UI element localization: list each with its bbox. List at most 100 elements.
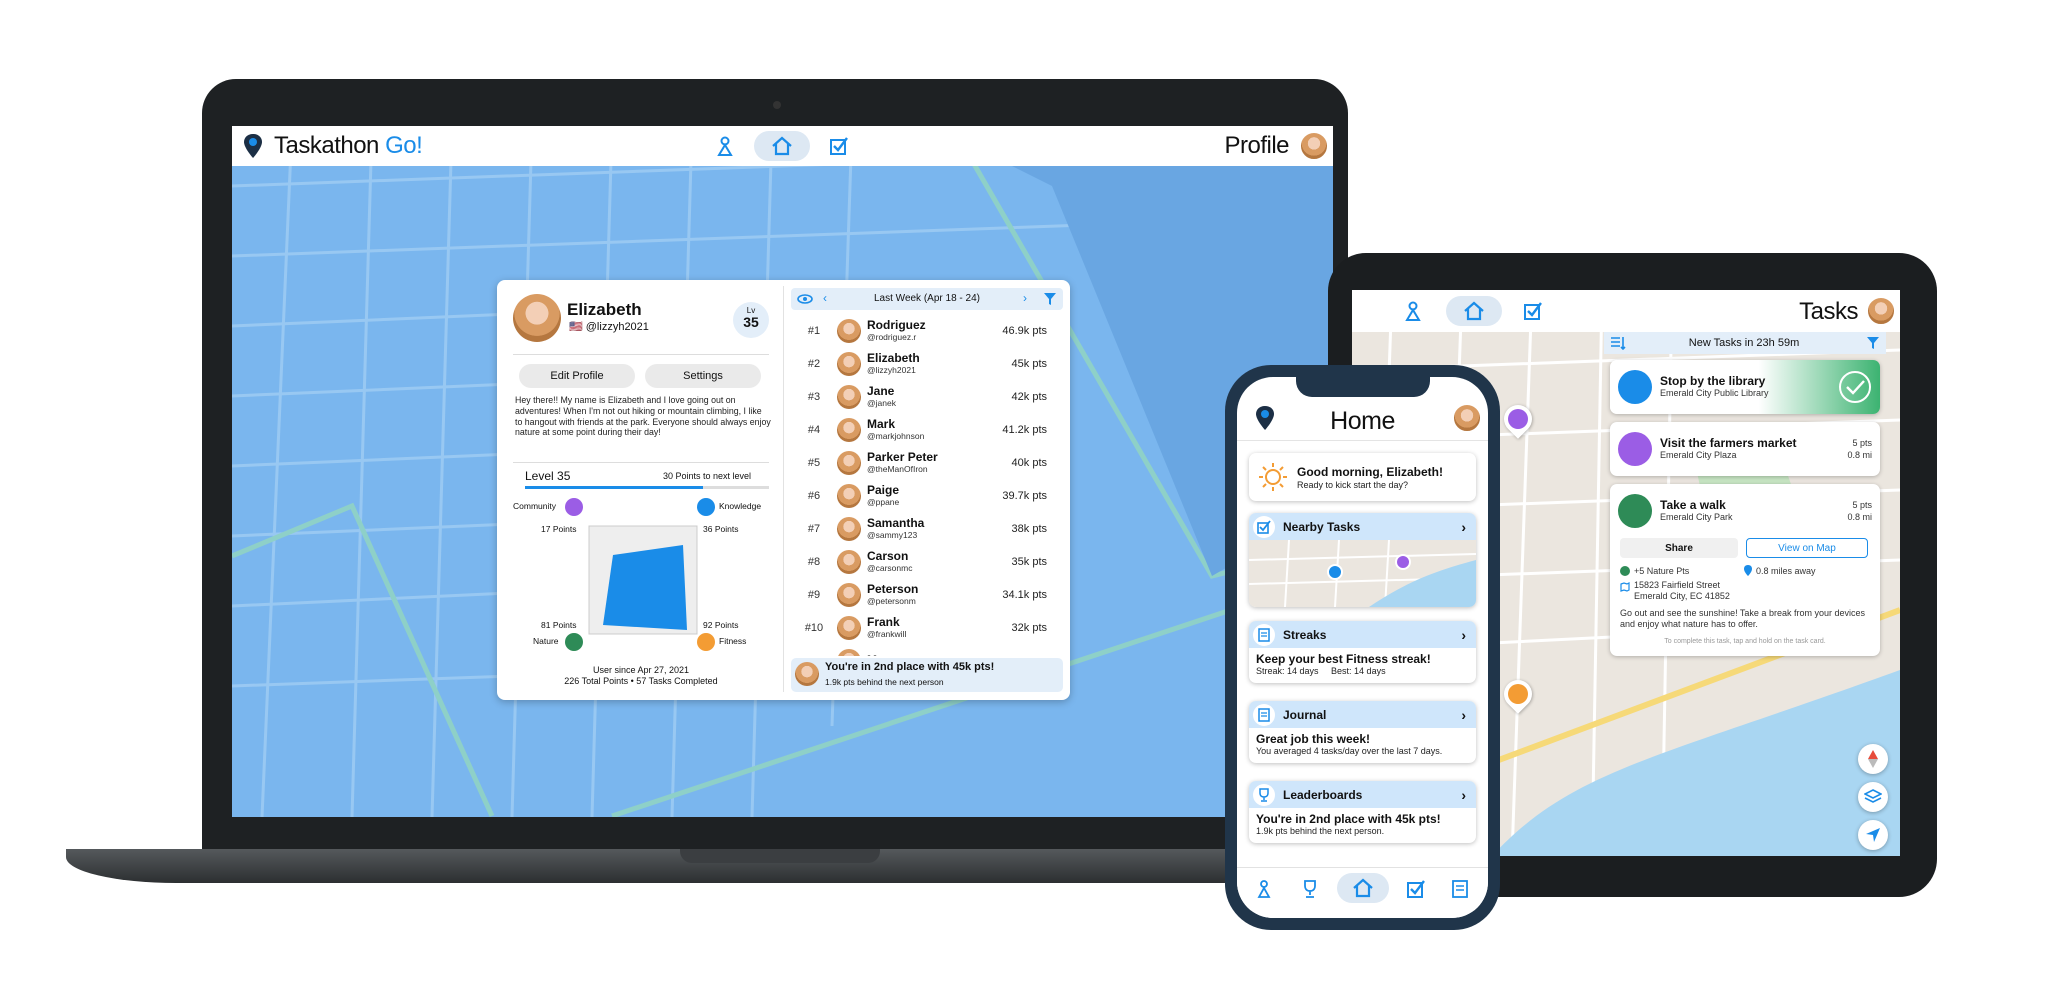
checkbox-icon — [1524, 302, 1542, 320]
leaderboard-list: #1 Rodriguez @rodriguez.r 46.9k pts #2 Elizab… — [791, 314, 1063, 656]
leaderboard-rank: #9 — [807, 588, 821, 601]
task-address-line2: Emerald City, EC 41852 — [1634, 591, 1730, 601]
sort-icon[interactable] — [1610, 336, 1626, 350]
leaderboard-header: ‹ Last Week (Apr 18 - 24) › — [791, 288, 1063, 310]
chevron-right-icon: › — [1461, 706, 1466, 723]
nature-icon — [565, 633, 583, 651]
leaderboard-row[interactable]: #1 Rodriguez @rodriguez.r 46.9k pts — [791, 314, 1063, 347]
profile-name: Elizabeth — [567, 300, 642, 319]
tablet-nav-home-button[interactable] — [1446, 296, 1502, 326]
leaderboard-row[interactable]: #6 Paige @ppane 39.7k pts — [791, 479, 1063, 512]
tablet-nav-profile-button[interactable] — [1400, 298, 1426, 324]
nav-profile-button[interactable] — [710, 132, 740, 160]
leaderboard-name: Elizabeth — [867, 351, 920, 365]
task-title: Stop by the library — [1660, 374, 1766, 388]
filter-icon[interactable] — [1043, 292, 1057, 306]
leaderboard-name: Marcus — [867, 654, 909, 657]
leaderboard-row[interactable]: #2 Elizabeth @lizzyh2021 45k pts — [791, 347, 1063, 380]
leaderboard-row[interactable]: #5 Parker Peter @theManOfIron 40k pts — [791, 446, 1063, 479]
divider — [513, 462, 769, 463]
nav-tasks-button[interactable] — [824, 132, 854, 160]
leaderboard-row[interactable]: #8 Carson @carsonmc 35k pts — [791, 545, 1063, 578]
next-week-button[interactable]: › — [1023, 291, 1027, 305]
brand-main: Taskathon — [274, 132, 379, 159]
journal-icon — [1253, 703, 1275, 726]
brand-accent: Go! — [385, 132, 423, 159]
tablet-nav-tasks-button[interactable] — [1520, 298, 1546, 324]
leaderboard-handle: @rodriguez.r — [867, 332, 917, 342]
tab-profile[interactable] — [1251, 876, 1277, 902]
leaderboard-avatar — [837, 615, 861, 640]
stat-knowledge-label: Knowledge — [719, 501, 762, 511]
user-avatar[interactable] — [1299, 131, 1329, 161]
nearby-tasks-header[interactable]: Nearby Tasks › — [1249, 513, 1476, 540]
streaks-main: Keep your best Fitness streak! — [1256, 652, 1431, 666]
fitness-icon — [697, 633, 715, 651]
task-title: Take a walk — [1660, 498, 1726, 512]
phone-page-title: Home — [1330, 407, 1395, 435]
leaderboard-row[interactable]: #7 Samantha @sammy123 38k pts — [791, 512, 1063, 545]
footer-avatar — [795, 662, 819, 686]
leaderboard-rank: #8 — [807, 555, 821, 568]
eye-icon[interactable] — [797, 294, 813, 304]
leaderboard-rank: #11 — [791, 655, 837, 657]
task-card-walk-expanded[interactable]: Take a walk Emerald City Park 5 pts 0.8 … — [1610, 484, 1880, 656]
edit-profile-button[interactable]: Edit Profile — [519, 364, 635, 388]
leaderboards-header[interactable]: Leaderboards › — [1249, 781, 1476, 808]
prev-week-button[interactable]: ‹ — [823, 291, 827, 305]
streaks-header[interactable]: Streaks › — [1249, 621, 1476, 648]
leaderboard-avatar — [837, 318, 861, 343]
compass-button[interactable] — [1858, 744, 1888, 774]
tablet-user-avatar[interactable] — [1866, 296, 1896, 326]
journal-header[interactable]: Journal › — [1249, 701, 1476, 728]
leaderboard-row[interactable]: #10 Frank @frankwill 32k pts — [791, 611, 1063, 644]
leaderboard-handle: @carsonmc — [867, 563, 913, 573]
nearby-tasks-map[interactable] — [1249, 540, 1476, 607]
journal-main: Great job this week! — [1256, 732, 1371, 746]
locate-button[interactable] — [1858, 820, 1888, 850]
leaderboard-avatar — [837, 351, 861, 376]
knowledge-icon — [697, 498, 715, 516]
completed-check-icon — [1839, 371, 1871, 403]
share-button[interactable]: Share — [1620, 538, 1738, 558]
nav-home-button[interactable] — [754, 131, 810, 161]
journal-sub: You averaged 4 tasks/day over the last 7… — [1256, 746, 1443, 756]
view-on-map-button[interactable]: View on Map — [1746, 538, 1868, 558]
leaderboard-row[interactable]: #11 Marcus 30k pts — [791, 644, 1063, 656]
streaks-title: Streaks — [1283, 627, 1327, 642]
filter-icon[interactable] — [1866, 336, 1880, 350]
tab-home[interactable] — [1337, 873, 1389, 903]
community-icon — [565, 498, 583, 516]
leaderboard-row[interactable]: #9 Peterson @petersonm 34.1k pts — [791, 578, 1063, 611]
layers-button[interactable] — [1858, 782, 1888, 812]
greeting-card: Good morning, Elizabeth! Ready to kick s… — [1249, 453, 1476, 501]
leaderboard-handle: @theManOfIron — [867, 464, 928, 474]
nature-icon — [1620, 566, 1630, 576]
task-card-library[interactable]: Stop by the library Emerald City Public … — [1610, 360, 1880, 414]
journal-card[interactable]: Journal › Great job this week! You avera… — [1249, 701, 1476, 763]
chevron-right-icon: › — [1461, 626, 1466, 643]
phone-user-avatar[interactable] — [1452, 403, 1482, 433]
task-distance: 0.8 mi — [1847, 450, 1872, 460]
leaderboard-avatar — [837, 384, 861, 409]
leaderboards-main: You're in 2nd place with 45k pts! — [1256, 812, 1441, 826]
nearby-tasks-card[interactable]: Nearby Tasks › — [1249, 513, 1476, 607]
leaderboard-points: 35k pts — [1011, 555, 1047, 568]
leaderboards-card[interactable]: Leaderboards › You're in 2nd place with … — [1249, 781, 1476, 843]
tab-tasks[interactable] — [1403, 876, 1429, 902]
leaderboard-name: Samantha — [867, 516, 925, 530]
profile-avatar — [513, 294, 561, 342]
leaderboard-name: Parker Peter — [867, 450, 938, 464]
streaks-card[interactable]: Streaks › Keep your best Fitness streak!… — [1249, 621, 1476, 683]
column-divider — [783, 286, 784, 692]
laptop-screen: Taskathon Go! Profile Elizabeth 🇺🇸 @lizz… — [232, 126, 1333, 817]
stat-nature-label: Nature — [533, 636, 559, 646]
tab-journal[interactable] — [1447, 876, 1473, 902]
settings-button[interactable]: Settings — [645, 364, 761, 388]
tab-leaderboards[interactable] — [1297, 876, 1323, 902]
leaderboard-row[interactable]: #3 Jane @janek 42k pts — [791, 380, 1063, 413]
leaderboard-handle: @markjohnson — [867, 431, 925, 441]
leaderboard-points: 45k pts — [1011, 357, 1047, 370]
task-card-farmers-market[interactable]: Visit the farmers market Emerald City Pl… — [1610, 422, 1880, 476]
leaderboard-row[interactable]: #4 Mark @markjohnson 41.2k pts — [791, 413, 1063, 446]
